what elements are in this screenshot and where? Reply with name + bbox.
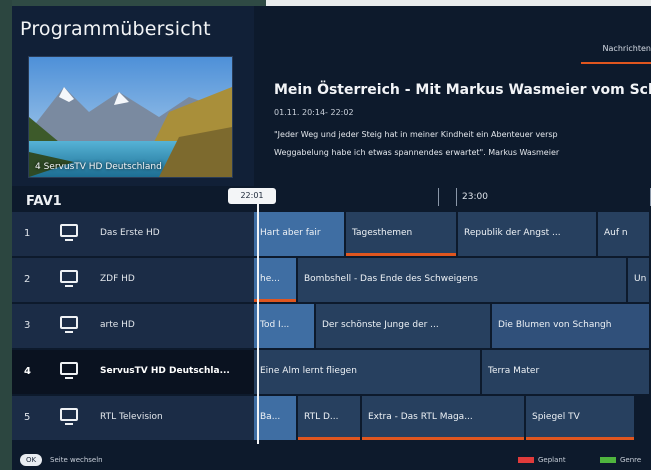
channel-row[interactable]: 1 Das Erste HD: [12, 212, 254, 258]
program-cell[interactable]: Eine Alm lernt fliegen: [254, 350, 482, 394]
recording-marker: [346, 253, 456, 256]
tab-nachrichten[interactable]: Nachrichten: [603, 44, 651, 53]
channel-row-selected[interactable]: 4 ServusTV HD Deutschla...: [12, 350, 254, 396]
live-preview[interactable]: 4 ServusTV HD Deutschland: [28, 56, 233, 178]
current-time-line: [257, 204, 259, 444]
legend-genre-swatch: [600, 457, 616, 463]
preview-landscape-image: [29, 57, 232, 177]
program-cell[interactable]: Die Blumen von Schangh: [492, 304, 651, 348]
program-cell[interactable]: Extra - Das RTL Maga...: [362, 396, 526, 440]
program-time: 01.11. 20:14- 22:02: [274, 108, 354, 117]
program-cell[interactable]: Un: [628, 258, 651, 302]
program-cell-title: Hart aber fair: [260, 228, 321, 238]
footer-bar: OK Seite wechseln Geplant Genre: [12, 450, 651, 470]
program-cell-title: Un: [634, 274, 647, 284]
recording-marker: [362, 437, 524, 440]
current-time-badge: 22:01: [228, 188, 276, 204]
channel-row[interactable]: 5 RTL Television: [12, 396, 254, 442]
channel-name: Das Erste HD: [100, 228, 160, 238]
program-cell[interactable]: Hart aber fair: [254, 212, 346, 256]
timeline-tick: [456, 188, 457, 206]
program-cell-title: RTL D...: [304, 412, 339, 422]
tab-nachrichten-label: Nachrichten: [602, 44, 651, 53]
channel-row[interactable]: 3 arte HD: [12, 304, 254, 350]
preview-channel-label: 4 ServusTV HD Deutschland: [35, 162, 162, 172]
channel-number: 3: [24, 320, 31, 331]
program-cell-title: Republik der Angst ...: [464, 228, 561, 238]
epg-screen: Programmübersicht 4 ServusTV HD Deutschl…: [12, 6, 651, 470]
tab-active-underline: [581, 62, 651, 64]
program-title: Mein Österreich - Mit Markus Wasmeier vo…: [274, 82, 651, 98]
tv-icon: [60, 270, 78, 287]
program-cell-title: Extra - Das RTL Maga...: [368, 412, 473, 422]
program-cell-title: he...: [260, 274, 280, 284]
tv-icon: [60, 362, 78, 379]
recording-marker: [298, 437, 360, 440]
program-cell[interactable]: Der schönste Junge der ...: [316, 304, 492, 348]
channel-number: 2: [24, 274, 31, 285]
page-title: Programmübersicht: [20, 18, 211, 40]
program-cell[interactable]: Tod I...: [254, 304, 316, 348]
recording-marker: [254, 299, 296, 302]
program-cell[interactable]: Tagesthemen: [346, 212, 458, 256]
timeline-slot-label: 23:00: [462, 192, 488, 202]
program-cell-title: Terra Mater: [488, 366, 540, 376]
legend-planned-swatch: [518, 457, 534, 463]
program-cell[interactable]: Ba...: [254, 396, 298, 440]
program-cell-title: Bombshell - Das Ende des Schweigens: [304, 274, 478, 284]
program-description-line: "Jeder Weg und jeder Steig hat in meiner…: [274, 130, 558, 139]
timeline-tick: [438, 188, 439, 206]
channel-number: 5: [24, 412, 31, 423]
channel-name: arte HD: [100, 320, 135, 330]
tv-bezel-left: [0, 0, 12, 470]
program-cell-title: Der schönste Junge der ...: [322, 320, 439, 330]
program-cell-title: Die Blumen von Schangh: [498, 320, 612, 330]
ok-button-hint[interactable]: OK: [20, 454, 42, 466]
program-cell[interactable]: Terra Mater: [482, 350, 651, 394]
preview-panel: Programmübersicht 4 ServusTV HD Deutschl…: [12, 6, 254, 186]
tv-icon: [60, 316, 78, 333]
recording-marker: [526, 437, 634, 440]
program-description-line: Weggabelung habe ich etwas spannendes er…: [274, 148, 560, 157]
channel-number: 4: [24, 366, 31, 377]
program-cell-title: Spiegel TV: [532, 412, 580, 422]
channel-name: ServusTV HD Deutschla...: [100, 366, 230, 376]
program-cell[interactable]: Republik der Angst ...: [458, 212, 598, 256]
favorites-list-label[interactable]: FAV1: [26, 194, 62, 209]
channel-name: RTL Television: [100, 412, 163, 422]
timeline-bar: 22:01 23:00: [228, 184, 651, 212]
program-cell-title: Tod I...: [260, 320, 290, 330]
program-cell-title: Ba...: [260, 412, 281, 422]
program-cell[interactable]: he...: [254, 258, 298, 302]
legend-planned-label: Geplant: [538, 456, 566, 464]
program-description: "Jeder Weg und jeder Steig hat in meiner…: [274, 126, 651, 162]
program-cell[interactable]: RTL D...: [298, 396, 362, 440]
program-cell[interactable]: Bombshell - Das Ende des Schweigens: [298, 258, 628, 302]
program-cell-title: Auf n: [604, 228, 628, 238]
legend-genre-label: Genre: [620, 456, 642, 464]
program-cell[interactable]: Spiegel TV: [526, 396, 636, 440]
tv-icon: [60, 224, 78, 241]
channel-row[interactable]: 2 ZDF HD: [12, 258, 254, 304]
channel-number: 1: [24, 228, 31, 239]
program-cell-title: Eine Alm lernt fliegen: [260, 366, 357, 376]
program-cell[interactable]: Auf n: [598, 212, 651, 256]
footer-hint-text: Seite wechseln: [50, 456, 103, 464]
program-cell-title: Tagesthemen: [352, 228, 413, 238]
tv-icon: [60, 408, 78, 425]
channel-name: ZDF HD: [100, 274, 135, 284]
